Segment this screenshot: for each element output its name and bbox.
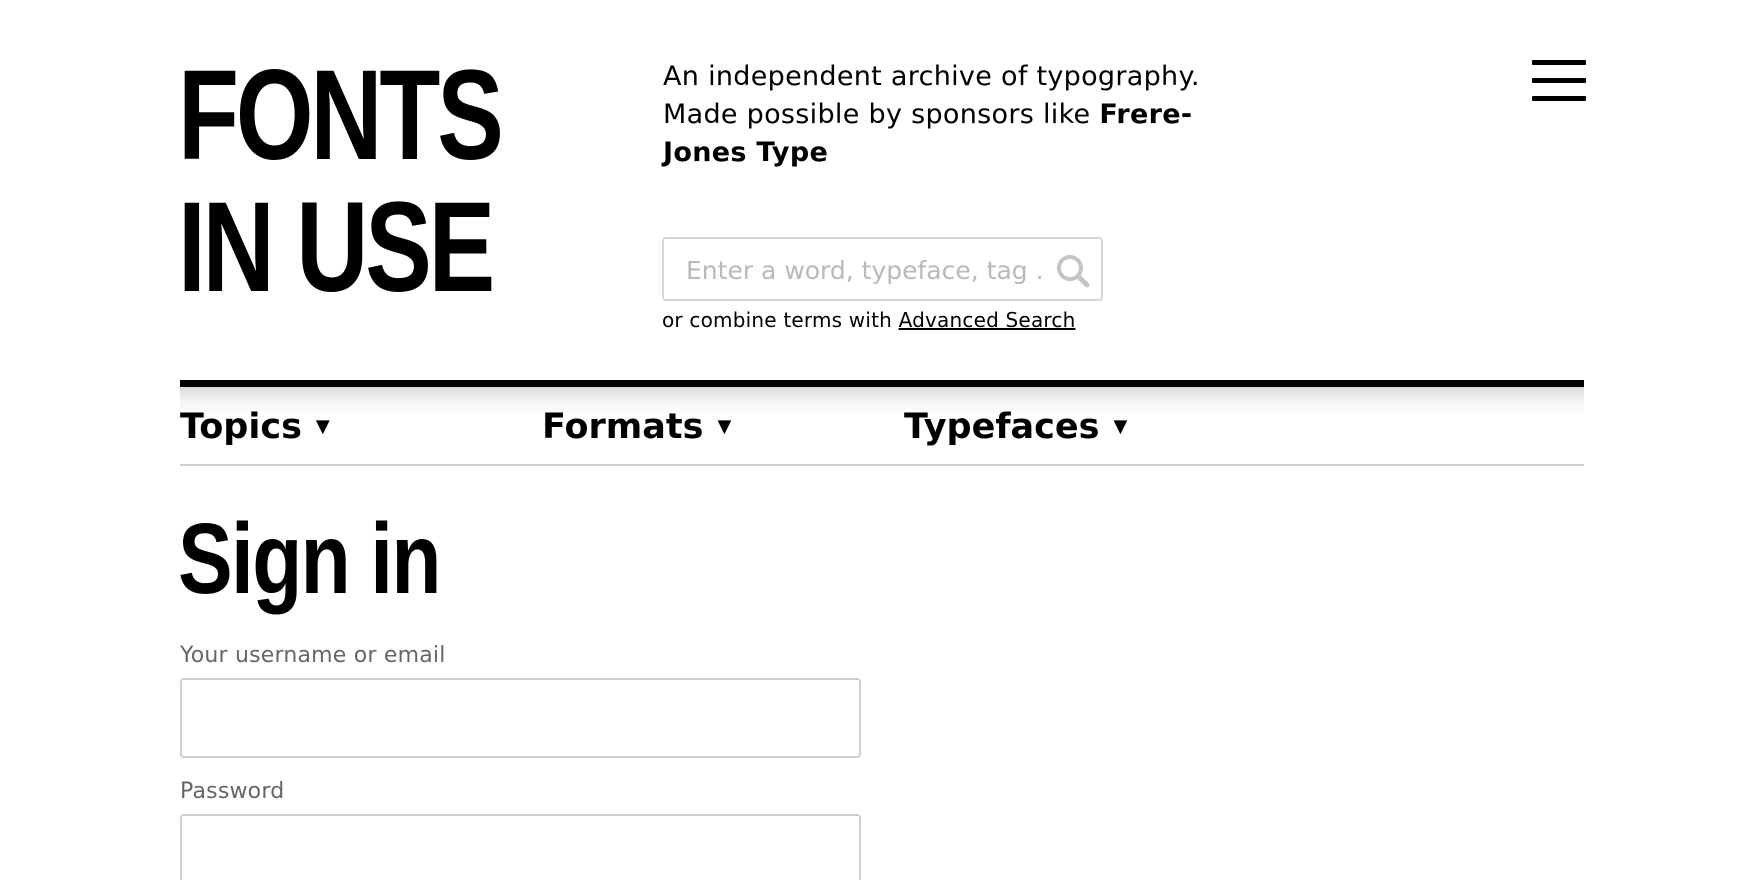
tagline-line-2: Made possible by sponsors like Frere-Jon… xyxy=(663,96,1263,172)
menu-bar xyxy=(1532,60,1586,65)
page: FONTS IN USE An independent archive of t… xyxy=(0,0,1760,880)
nav-item-topics[interactable]: Topics ▼ xyxy=(180,407,330,447)
search-box xyxy=(662,237,1103,301)
caret-down-icon: ▼ xyxy=(315,416,330,437)
nav-item-label: Typefaces xyxy=(904,407,1100,447)
username-field[interactable] xyxy=(180,678,861,758)
password-label: Password xyxy=(180,779,285,804)
page-title: Sign in xyxy=(178,503,441,615)
hamburger-menu-icon[interactable] xyxy=(1532,60,1586,102)
nav-item-formats[interactable]: Formats ▼ xyxy=(542,407,731,447)
site-logo[interactable]: FONTS IN USE xyxy=(178,44,504,319)
advanced-search-link[interactable]: Advanced Search xyxy=(899,308,1076,332)
search-input[interactable] xyxy=(684,251,1044,289)
username-label: Your username or email xyxy=(180,643,446,668)
main-nav: Topics ▼ Formats ▼ Typefaces ▼ xyxy=(180,380,1584,466)
site-tagline: An independent archive of typography. Ma… xyxy=(663,58,1263,172)
search-hint: or combine terms with Advanced Search xyxy=(662,307,1075,333)
logo-line-2: IN USE xyxy=(178,176,495,319)
tagline-prefix: Made possible by sponsors like xyxy=(663,99,1100,130)
nav-item-label: Topics xyxy=(180,407,302,447)
search-hint-text: or combine terms with xyxy=(662,308,899,332)
menu-bar xyxy=(1532,78,1586,83)
nav-item-label: Formats xyxy=(542,407,704,447)
caret-down-icon: ▼ xyxy=(1113,416,1128,437)
logo-line-1: FONTS xyxy=(178,44,504,187)
nav-item-typefaces[interactable]: Typefaces ▼ xyxy=(904,407,1127,447)
caret-down-icon: ▼ xyxy=(717,416,732,437)
tagline-line-1: An independent archive of typography. xyxy=(663,61,1200,92)
menu-bar xyxy=(1532,96,1586,101)
password-field[interactable] xyxy=(180,814,861,880)
search-icon[interactable] xyxy=(1052,252,1092,288)
